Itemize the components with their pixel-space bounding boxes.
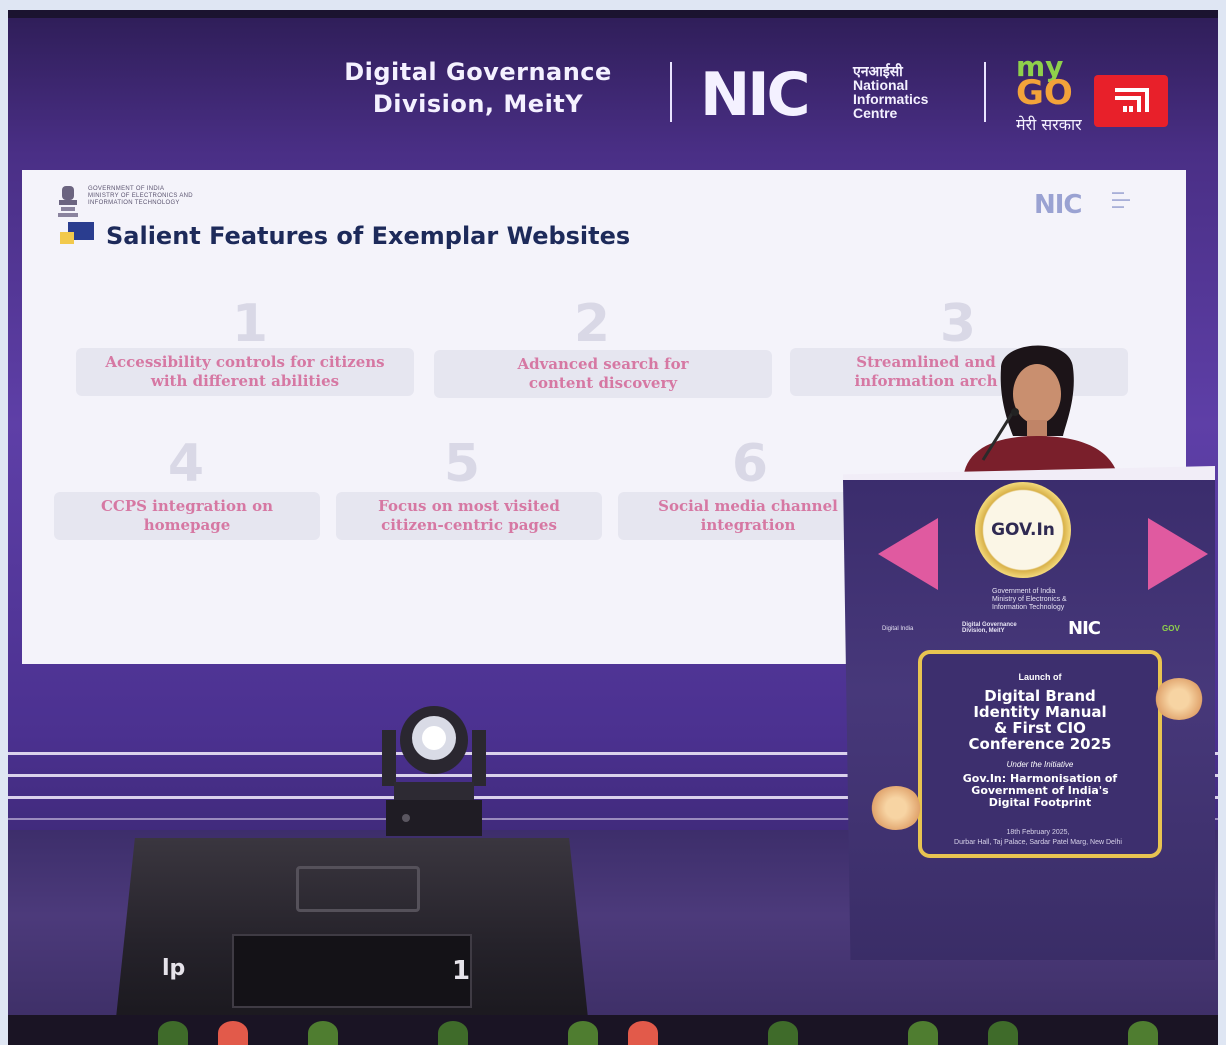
feature-card: Focus on most visited citizen-centric pa… [336, 492, 602, 540]
gold-ribbon-icon [870, 786, 922, 830]
podium-logo-row: Digital India Digital Governance Divisio… [880, 618, 1200, 642]
division-line-1: Digital Governance [344, 58, 612, 86]
speaker-person [963, 345, 1119, 480]
dgd-logo: Digital Governance Division, MeitY [962, 622, 1017, 634]
nic-logo-text: एनआईसी National Informatics Centre [853, 64, 928, 120]
nic-logo: NIC [700, 60, 811, 130]
stage-light-icon [382, 706, 486, 836]
gov-line-3: INFORMATION TECHNOLOGY [88, 200, 180, 206]
mygov-logo: my GO मेरी सरकार [1016, 53, 1082, 138]
launch-title-line: & First CIO [994, 719, 1086, 737]
feature-text: Focus on most visited citizen-centric pa… [378, 497, 560, 534]
gov-line-2: MINISTRY OF ELECTRONICS AND [88, 193, 193, 199]
speaker-handle [296, 866, 420, 912]
national-emblem-icon [58, 186, 78, 217]
stage-plants [8, 1015, 1218, 1045]
government-of-india-text: GOVERNMENT OF INDIA MINISTRY OF ELECTRON… [88, 186, 193, 207]
feature-number: 2 [573, 294, 611, 354]
podium-chevron-right-icon [1148, 518, 1208, 590]
launch-panel: Launch of Digital Brand Identity Manual … [918, 650, 1162, 858]
nic-line-3: Centre [853, 105, 898, 121]
digital-india-logo: Digital India [882, 626, 914, 632]
event-date-line: 18th February 2025, [1006, 829, 1070, 836]
podium-nic-logo: NIC [1068, 618, 1101, 639]
speaker-panel [232, 934, 472, 1008]
launch-of: Launch of [1018, 672, 1062, 682]
dgd-line-2: Division, MeitY [962, 628, 1005, 634]
feature-text: Advanced search for content discovery [517, 355, 689, 392]
header-separator [984, 62, 986, 122]
event-date: 18th February 2025, Durbar Hall, Taj Pal… [888, 828, 1188, 848]
mygov-hindi: मेरी सरकार [1016, 115, 1082, 134]
launch-title: Digital Brand Identity Manual & First CI… [922, 688, 1158, 752]
digital-governance-division-logo: Digital Governance Division, MeitY [298, 56, 658, 120]
feature-text: Social media channel integration [658, 497, 838, 534]
launch-sub-line: Digital Footprint [988, 796, 1092, 809]
speaker-logo: lp [162, 956, 186, 981]
launch-title-line: Digital Brand [984, 687, 1096, 705]
nic-line-2: Informatics [853, 91, 929, 107]
nic-line-1: National [853, 77, 909, 93]
top-strip [8, 10, 1218, 18]
launch-title-line: Conference 2025 [968, 735, 1112, 753]
launch-under: Under the Initiative [1006, 760, 1074, 769]
speaker-channel: 1 [452, 956, 471, 986]
ministry-line-2: Ministry of Electronics & [992, 596, 1067, 603]
feature-card: Advanced search for content discovery [434, 350, 772, 398]
ministry-line-3: Information Technology [992, 604, 1065, 611]
slide-nic-logo: NIC [1034, 190, 1083, 220]
feature-card: Accessibility controls for citizens with… [76, 348, 414, 396]
slide-nic-text: ▬▬ ▬▬▬ ▬▬ [1112, 190, 1130, 210]
nic-hindi: एनआईसी [853, 63, 903, 79]
launch-subtitle: Gov.In: Harmonisation of Government of I… [922, 773, 1158, 809]
floor-monitor-speaker: lp 1 [116, 838, 588, 1018]
gov-line-1: GOVERNMENT OF INDIA [88, 186, 165, 192]
feature-text: CCPS integration on homepage [100, 497, 274, 534]
feature-number: 5 [443, 434, 481, 494]
watermark-badge-icon [1094, 75, 1168, 127]
slide-title: Salient Features of Exemplar Websites [106, 222, 631, 250]
feature-card: Social media channel integration [618, 492, 878, 540]
ministry-line-1: Government of India [992, 588, 1056, 595]
feature-number: 4 [167, 434, 205, 494]
feature-number: 1 [231, 294, 269, 354]
title-square-icon [60, 222, 94, 244]
podium-chevron-left-icon [878, 518, 938, 590]
govin-logo: GOV.In [975, 482, 1071, 578]
launch-title-line: Identity Manual [973, 703, 1107, 721]
photo-frame: Digital Governance Division, MeitY NIC ए… [8, 10, 1218, 1045]
ministry-text: Government of India Ministry of Electron… [992, 588, 1067, 612]
feature-card: CCPS integration on homepage [54, 492, 320, 540]
division-line-2: Division, MeitY [372, 90, 584, 118]
gold-ribbon-icon [1154, 678, 1204, 720]
header-separator [670, 62, 672, 122]
feature-number: 6 [731, 434, 769, 494]
podium-mygov-logo: GOV [1162, 624, 1180, 633]
event-venue: Durbar Hall, Taj Palace, Sardar Patel Ma… [954, 839, 1122, 846]
mygov-go: GO [1016, 73, 1073, 113]
feature-text: Accessibility controls for citizens with… [105, 353, 385, 390]
